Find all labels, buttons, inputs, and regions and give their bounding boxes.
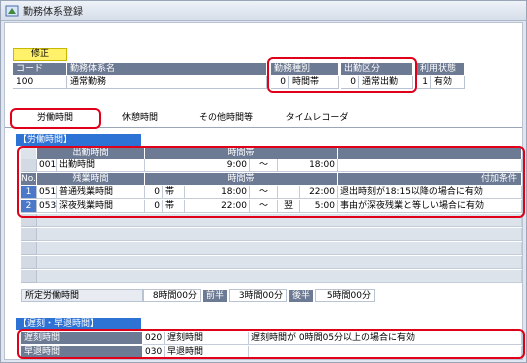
row-number-empty (21, 256, 37, 269)
window-title: 勤務体系登録 (23, 7, 83, 18)
kind-code-field[interactable]: 0 (271, 76, 289, 89)
row-number-empty (21, 270, 37, 283)
attend-sep: 〜 (250, 159, 278, 172)
client-area: 修正 コード 勤務体系名 勤務種別 出勤区分 利用状態 100 通常勤務 0 時… (4, 22, 525, 360)
attend-field[interactable]: 通常出勤 (359, 76, 413, 89)
no-header: No. (21, 173, 37, 185)
mode-badge: 修正 (13, 48, 67, 61)
empty-row[interactable] (37, 228, 522, 241)
band-type-code[interactable]: 0 (145, 186, 163, 199)
overtime-code[interactable]: 051 (37, 186, 57, 199)
overtime-name[interactable]: 普通残業時間 (57, 186, 145, 199)
row-number-empty (21, 242, 37, 255)
condition-header: 付加条件 (338, 173, 522, 185)
overtime-band-header: 時間帯 (145, 173, 338, 185)
band-type[interactable]: 帯 (163, 200, 185, 213)
overtime-name[interactable]: 深夜残業時間 (57, 200, 145, 213)
early-code[interactable]: 030 (143, 346, 165, 359)
overtime-header: 残業時間 (37, 173, 145, 185)
col-kind: 勤務種別 (271, 63, 339, 75)
name-field[interactable]: 通常勤務 (67, 76, 267, 89)
attend-end[interactable]: 18:00 (278, 159, 338, 172)
empty-row[interactable] (37, 242, 522, 255)
next-day-flag[interactable]: 翌 (278, 200, 300, 213)
status-field[interactable]: 有効 (431, 76, 465, 89)
row-number-empty (21, 228, 37, 241)
empty-row[interactable] (37, 270, 522, 283)
late-label: 遅刻時間 (21, 332, 143, 344)
tab-time-recorder[interactable]: タイムレコーダ (277, 111, 357, 127)
col-name: 勤務体系名 (67, 63, 267, 75)
tab-other-time[interactable]: その他時間等 (181, 111, 271, 127)
work-section-title: 【労働時間】 (16, 134, 141, 146)
kind-field[interactable]: 時間帯 (289, 76, 339, 89)
prescribed-pm[interactable]: 5時間00分 (315, 289, 375, 302)
next-day-flag[interactable] (278, 186, 300, 199)
early-condition[interactable] (249, 346, 522, 359)
attend-name[interactable]: 出勤時間 (57, 159, 145, 172)
band-start[interactable]: 18:00 (185, 186, 250, 199)
condition-text[interactable]: 退出時刻が18:15以降の場合に有効 (338, 186, 522, 199)
app-icon (5, 5, 19, 16)
band-type-code[interactable]: 0 (145, 200, 163, 213)
row-number[interactable]: 2 (21, 200, 37, 213)
prescribed-label: 所定労働時間 (21, 289, 143, 302)
prescribed-am[interactable]: 3時間00分 (229, 289, 287, 302)
empty-row[interactable] (37, 256, 522, 269)
late-name[interactable]: 遅刻時間 (165, 332, 249, 345)
prescribed-total[interactable]: 8時間00分 (143, 289, 201, 302)
col-code: コード (13, 63, 67, 75)
col-attend: 出勤区分 (341, 63, 413, 75)
tab-break-time[interactable]: 休憩時間 (105, 111, 175, 127)
attend-code[interactable]: 001 (37, 159, 57, 172)
title-bar: 勤務体系登録 (1, 1, 526, 21)
window: 勤務体系登録 修正 コード 勤務体系名 勤務種別 出勤区分 利用状態 100 通… (0, 0, 527, 363)
empty-row[interactable] (37, 214, 522, 227)
tab-divider (5, 127, 522, 128)
attend-row-marker (21, 159, 37, 172)
row-number-empty (21, 214, 37, 227)
late-condition[interactable]: 遅刻時間が 0時間05分以上の場合に有効 (249, 332, 522, 345)
early-name[interactable]: 早退時間 (165, 346, 249, 359)
band-sep: 〜 (250, 200, 278, 213)
late-section-title: 【遅刻・早退時間】 (16, 318, 141, 330)
attend-start[interactable]: 9:00 (145, 159, 250, 172)
row-number[interactable]: 1 (21, 186, 37, 199)
condition-text[interactable]: 事由が深夜残業と等しい場合に有効 (338, 200, 522, 213)
overtime-code[interactable]: 053 (37, 200, 57, 213)
late-code[interactable]: 020 (143, 332, 165, 345)
attend-extra (338, 159, 522, 172)
band-start[interactable]: 22:00 (185, 200, 250, 213)
code-field[interactable]: 100 (13, 76, 67, 89)
blank-header (338, 147, 522, 159)
band-type[interactable]: 帯 (163, 186, 185, 199)
status-code-field[interactable]: 1 (417, 76, 431, 89)
early-label: 早退時間 (21, 346, 143, 358)
timeband-header: 時間帯 (145, 147, 338, 159)
tab-work-time[interactable]: 労働時間 (11, 111, 99, 127)
band-end[interactable]: 5:00 (300, 200, 338, 213)
band-sep: 〜 (250, 186, 278, 199)
am-label: 前半 (203, 290, 228, 302)
col-status: 利用状態 (417, 63, 465, 75)
attend-header: 出勤時間 (37, 147, 145, 159)
attend-code-field[interactable]: 0 (341, 76, 359, 89)
corner-cell (21, 147, 37, 159)
band-end[interactable]: 22:00 (300, 186, 338, 199)
pm-label: 後半 (289, 290, 314, 302)
